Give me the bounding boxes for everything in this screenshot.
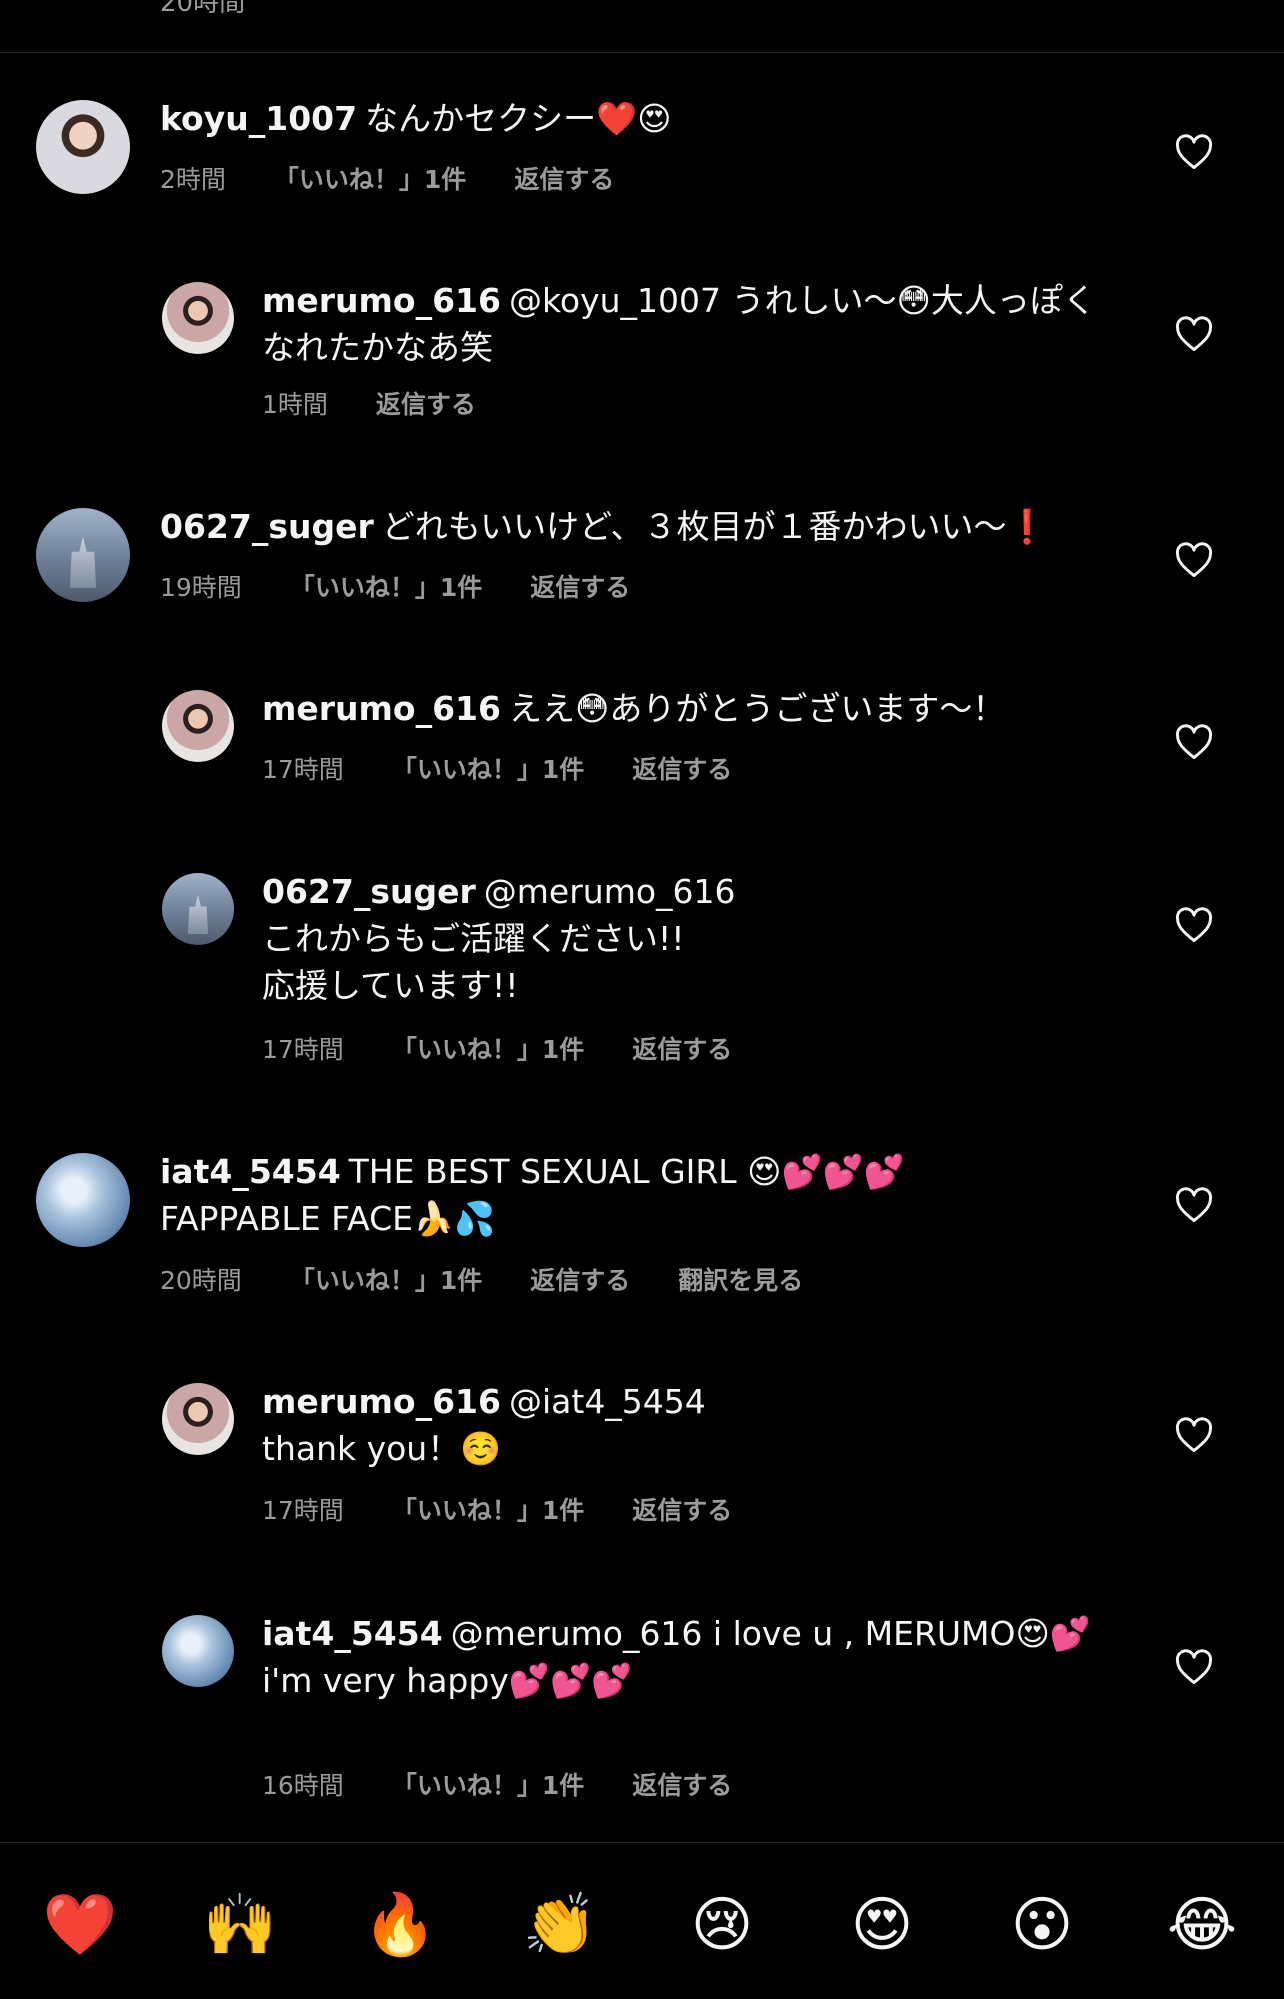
comment-body: merumo_616 ええ😳ありがとうございます〜！ [262, 685, 1122, 732]
heart-icon[interactable] [1174, 1649, 1214, 1685]
likes-count[interactable]: 「いいね！」1件 [290, 568, 482, 604]
comment-meta: 20時間 「いいね！」1件 返信する 翻訳を見る [160, 1261, 851, 1297]
likes-count[interactable]: 「いいね！」1件 [392, 1766, 584, 1802]
comment-meta: 16時間 「いいね！」1件 返信する [262, 1766, 780, 1802]
reply-button[interactable]: 返信する [632, 1030, 732, 1066]
reply-button[interactable]: 返信する [632, 750, 732, 786]
comment-meta: 17時間 「いいね！」1件 返信する [262, 1030, 780, 1066]
reply-button[interactable]: 返信する [530, 568, 630, 604]
avatar[interactable] [162, 1615, 234, 1687]
comment-text-line: i'm very happy💕💕💕 [262, 1661, 633, 1700]
comment-text-line: THE BEST SEXUAL GIRL 😍💕💕💕 [348, 1152, 905, 1191]
divider [0, 1842, 1284, 1843]
timestamp: 19時間 [160, 573, 242, 602]
reaction-raised-hands[interactable]: 🙌 [200, 1885, 280, 1965]
username[interactable]: merumo_616 [262, 281, 501, 320]
timestamp: 17時間 [262, 755, 344, 784]
comment-body: 0627_suger @merumo_616 これからもご活躍ください!! 応援し… [262, 868, 1122, 1009]
reply-button[interactable]: 返信する [514, 160, 614, 196]
username[interactable]: iat4_5454 [160, 1152, 341, 1191]
username[interactable]: 0627_suger [160, 507, 374, 546]
comment-text-line: これからもご活躍ください!! [262, 919, 685, 958]
reaction-clap[interactable]: 👏 [520, 1885, 600, 1965]
comment-text: ええ😳ありがとうございます〜！ [508, 689, 1006, 728]
reaction-surprised[interactable]: 😮 [1002, 1885, 1082, 1965]
likes-count[interactable]: 「いいね！」1件 [392, 1491, 584, 1527]
timestamp: 20時間 [160, 1266, 242, 1295]
reply-button[interactable]: 返信する [632, 1766, 732, 1802]
comment-text: どれもいいけど、３枚目が１番かわいい〜❗ [381, 507, 1048, 546]
heart-icon[interactable] [1174, 1417, 1214, 1453]
timestamp: 1時間 [262, 390, 328, 419]
timestamp: 16時間 [262, 1771, 344, 1800]
likes-count[interactable]: 「いいね！」1件 [392, 750, 584, 786]
avatar[interactable] [162, 873, 234, 945]
reaction-bar: ❤️ 🙌 🔥 👏 😢 😍 😮 😂 [0, 1885, 1284, 1965]
username[interactable]: merumo_616 [262, 689, 501, 728]
comment-body: 0627_suger どれもいいけど、３枚目が１番かわいい〜❗ [160, 503, 1120, 550]
heart-icon[interactable] [1174, 316, 1214, 352]
comment-body: merumo_616 @iat4_5454 thank you！☺️ [262, 1378, 1122, 1472]
timestamp: 17時間 [262, 1035, 344, 1064]
likes-count[interactable]: 「いいね！」1件 [290, 1261, 482, 1297]
avatar[interactable] [36, 508, 130, 602]
comment-meta: 17時間 「いいね！」1件 返信する [262, 1491, 780, 1527]
reaction-heart[interactable]: ❤️ [40, 1885, 120, 1965]
comment-body: merumo_616 @koyu_1007 うれしい〜😳大人っぽくなれたかなあ笑 [262, 277, 1122, 371]
comment-text-line: @iat4_5454 [508, 1382, 706, 1421]
heart-icon[interactable] [1174, 1187, 1214, 1223]
avatar[interactable] [162, 1383, 234, 1455]
comment-text-line: @merumo_616 [483, 872, 736, 911]
comment-text-line: 応援しています!! [262, 966, 519, 1005]
translate-button[interactable]: 翻訳を見る [678, 1261, 803, 1297]
reply-button[interactable]: 返信する [632, 1491, 732, 1527]
username[interactable]: 0627_suger [262, 872, 476, 911]
reply-button[interactable]: 返信する [530, 1261, 630, 1297]
avatar[interactable] [36, 100, 130, 194]
heart-icon[interactable] [1174, 907, 1214, 943]
reaction-laughing[interactable]: 😂 [1162, 1885, 1242, 1965]
reaction-crying[interactable]: 😢 [682, 1885, 762, 1965]
comment-meta: 19時間 「いいね！」1件 返信する [160, 568, 678, 604]
avatar[interactable] [162, 282, 234, 354]
reaction-heart-eyes[interactable]: 😍 [842, 1885, 922, 1965]
comment-text: なんかセクシー❤️😍 [365, 99, 672, 138]
likes-count[interactable]: 「いいね！」1件 [274, 160, 466, 196]
divider [0, 52, 1284, 53]
comment-meta: 17時間 「いいね！」1件 返信する [262, 750, 780, 786]
comment-meta: 2時間 「いいね！」1件 返信する [160, 160, 662, 196]
timestamp: 2時間 [160, 165, 226, 194]
comment-text-line: @merumo_616 i love u , MERUMO😍💕 [450, 1614, 1091, 1653]
heart-icon[interactable] [1174, 542, 1214, 578]
username[interactable]: merumo_616 [262, 1382, 501, 1421]
username[interactable]: iat4_5454 [262, 1614, 443, 1653]
comment-body: iat4_5454 @merumo_616 i love u , MERUMO😍💕… [262, 1610, 1122, 1704]
avatar[interactable] [36, 1153, 130, 1247]
cut-off-timestamp: 20時間 [160, 0, 246, 18]
avatar[interactable] [162, 690, 234, 762]
reaction-fire[interactable]: 🔥 [360, 1885, 440, 1965]
username[interactable]: koyu_1007 [160, 99, 357, 138]
comment-text-line: thank you！☺️ [262, 1429, 502, 1468]
likes-count[interactable]: 「いいね！」1件 [392, 1030, 584, 1066]
heart-icon[interactable] [1174, 134, 1214, 170]
comment-body: koyu_1007 なんかセクシー❤️😍 [160, 95, 1120, 142]
comment-text-line: FAPPABLE FACE🍌💦 [160, 1199, 496, 1238]
comment-meta: 1時間 返信する [262, 385, 524, 421]
comment-body: iat4_5454 THE BEST SEXUAL GIRL 😍💕💕💕 FAPPA… [160, 1148, 1120, 1242]
heart-icon[interactable] [1174, 724, 1214, 760]
reply-button[interactable]: 返信する [376, 385, 476, 421]
timestamp: 17時間 [262, 1496, 344, 1525]
